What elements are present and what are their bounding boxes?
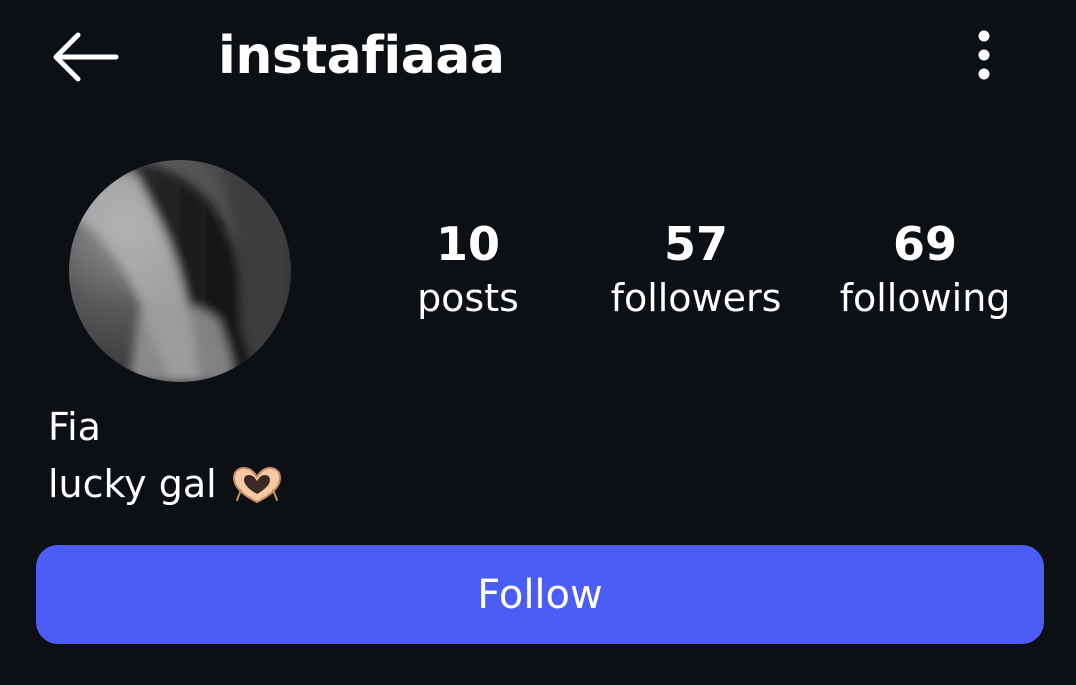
heart-hands-emoji (231, 464, 283, 504)
following-stat[interactable]: 69 following (815, 212, 1035, 324)
profile-display-name: Fia (48, 405, 101, 449)
top-app-bar: instafiaaa (0, 0, 1076, 115)
following-label: following (839, 276, 1011, 320)
profile-bio: lucky gal (48, 455, 283, 513)
followers-label: followers (610, 276, 782, 320)
arrow-left-icon (53, 32, 119, 82)
more-options-button[interactable] (954, 22, 1014, 88)
more-vertical-icon (978, 30, 990, 80)
profile-avatar[interactable] (69, 160, 291, 382)
posts-label: posts (417, 276, 519, 320)
back-button[interactable] (40, 22, 130, 92)
posts-count: 10 (435, 217, 500, 271)
following-count: 69 (892, 217, 957, 271)
posts-stat[interactable]: 10 posts (358, 212, 578, 324)
followers-stat[interactable]: 57 followers (586, 212, 806, 324)
profile-username: instafiaaa (218, 26, 505, 86)
bio-text: lucky gal (48, 462, 217, 506)
follow-button[interactable]: Follow (36, 545, 1044, 644)
profile-photo (69, 160, 291, 382)
followers-count: 57 (663, 217, 728, 271)
